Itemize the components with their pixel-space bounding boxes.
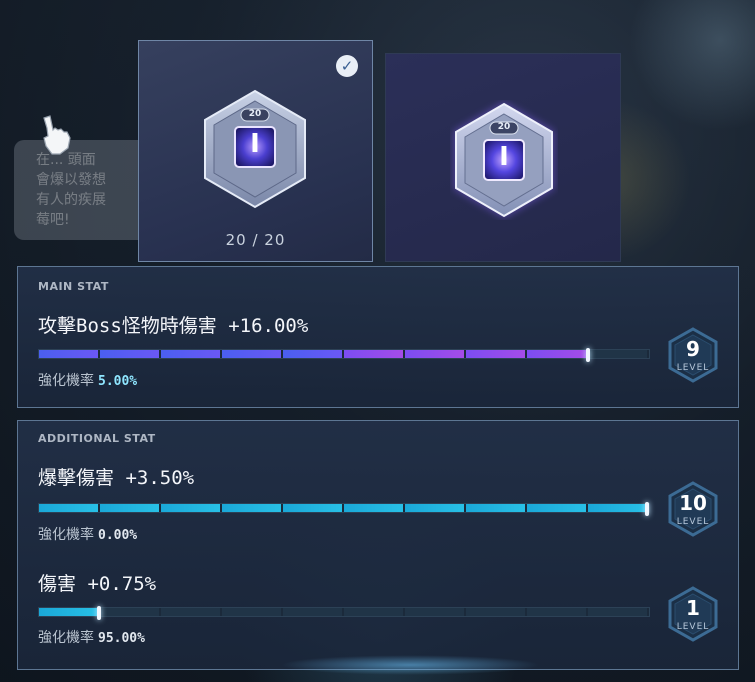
level-label: LEVEL: [676, 517, 710, 527]
checkmark-icon: ✓: [336, 55, 358, 77]
additional-stat-level-badge: 1 LEVEL: [666, 586, 720, 644]
level-number: 9: [686, 337, 700, 361]
additional-stat-label: ADDITIONAL STAT: [38, 432, 156, 445]
main-stat-level-badge: 9 LEVEL: [666, 327, 720, 385]
gem-level: 20: [497, 122, 511, 132]
rate-value: 0.00%: [98, 528, 138, 543]
additional-stat-panel: ADDITIONAL STAT 爆擊傷害 +3.50% 強化機率 0.00% 10…: [17, 420, 739, 670]
rate-value: 5.00%: [98, 374, 138, 389]
core-card[interactable]: 20 I: [385, 53, 621, 262]
core-count: 20 / 20: [225, 231, 286, 249]
core-card-selected[interactable]: ✓ 20 I 20 / 20: [138, 40, 373, 262]
level-label: LEVEL: [676, 622, 710, 632]
additional-stat-progress-bar: [38, 606, 650, 620]
bottom-glow: [280, 655, 540, 675]
gem-level: 20: [248, 109, 262, 119]
main-stat-panel: MAIN STAT 攻擊Boss怪物時傷害 +16.00% 強化機率 5.00% …: [17, 266, 739, 408]
rate-label: 強化機率: [38, 527, 94, 543]
additional-stat-level-badge: 10 LEVEL: [666, 481, 720, 539]
rate-label: 強化機率: [38, 630, 94, 646]
level-number: 1: [686, 596, 700, 620]
main-stat-rate: 強化機率 5.00%: [38, 370, 137, 390]
progress-cap: [97, 606, 101, 620]
additional-stat-rate: 強化機率 0.00%: [38, 524, 137, 544]
gem-letter: I: [499, 142, 509, 172]
level-number: 10: [679, 491, 707, 515]
main-stat-progress-bar: [38, 348, 650, 362]
gem-letter: I: [250, 129, 260, 159]
level-label: LEVEL: [676, 363, 710, 373]
additional-stat-progress-bar: [38, 502, 650, 516]
rate-value: 95.00%: [98, 631, 145, 646]
progress-cap: [645, 502, 649, 516]
main-stat-name: 攻擊Boss怪物時傷害 +16.00%: [38, 315, 309, 337]
progress-cap: [586, 348, 590, 362]
additional-stat-name: 爆擊傷害 +3.50%: [38, 467, 195, 489]
additional-stat-rate: 強化機率 95.00%: [38, 627, 145, 647]
additional-stat-name: 傷害 +0.75%: [38, 573, 157, 595]
rate-label: 強化機率: [38, 373, 94, 389]
pointer-hand-icon: [43, 115, 71, 155]
main-stat-label: MAIN STAT: [38, 280, 109, 293]
